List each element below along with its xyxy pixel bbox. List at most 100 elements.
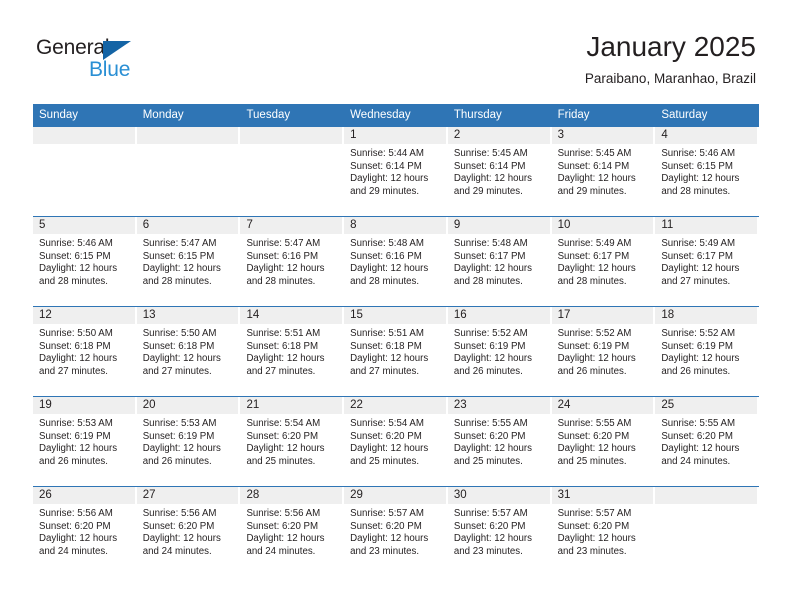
day-details: Sunrise: 5:44 AM Sunset: 6:14 PM Dayligh…: [344, 144, 448, 198]
week-row: 19 Sunrise: 5:53 AM Sunset: 6:19 PM Dayl…: [33, 396, 759, 486]
sunrise-text: Sunrise: 5:44 AM: [350, 148, 424, 159]
day-cell[interactable]: 22 Sunrise: 5:54 AM Sunset: 6:20 PM Dayl…: [344, 397, 448, 486]
day-number: 21: [240, 397, 343, 414]
sunset-text: Sunset: 6:15 PM: [661, 160, 733, 172]
day-details: Sunrise: 5:47 AM Sunset: 6:15 PM Dayligh…: [137, 234, 241, 288]
day-cell[interactable]: 28 Sunrise: 5:56 AM Sunset: 6:20 PM Dayl…: [240, 487, 344, 576]
day-details: Sunrise: 5:50 AM Sunset: 6:18 PM Dayligh…: [137, 324, 241, 378]
sunset-text: Sunset: 6:20 PM: [39, 520, 111, 532]
day-cell[interactable]: 6 Sunrise: 5:47 AM Sunset: 6:15 PM Dayli…: [136, 217, 241, 306]
day-details: Sunrise: 5:52 AM Sunset: 6:19 PM Dayligh…: [448, 324, 552, 378]
day-details: Sunrise: 5:51 AM Sunset: 6:18 PM Dayligh…: [240, 324, 344, 378]
day-cell[interactable]: 19 Sunrise: 5:53 AM Sunset: 6:19 PM Dayl…: [33, 397, 137, 486]
logo-text-general: General: [36, 36, 110, 59]
day-cell[interactable]: 12 Sunrise: 5:50 AM Sunset: 6:18 PM Dayl…: [33, 307, 137, 396]
title-block: January 2025 Paraibano, Maranhao, Brazil: [585, 30, 756, 89]
sunrise-text: Sunrise: 5:51 AM: [350, 328, 424, 339]
daylight-text-line1: Daylight: 12 hours: [453, 443, 532, 455]
day-cell[interactable]: 1 Sunrise: 5:44 AM Sunset: 6:14 PM Dayli…: [344, 127, 448, 216]
day-cell[interactable]: 5 Sunrise: 5:46 AM Sunset: 6:15 PM Dayli…: [33, 217, 137, 306]
daylight-text-line1: Daylight: 12 hours: [39, 443, 118, 455]
day-cell[interactable]: 8 Sunrise: 5:48 AM Sunset: 6:16 PM Dayli…: [344, 217, 448, 306]
day-cell[interactable]: 24 Sunrise: 5:55 AM Sunset: 6:20 PM Dayl…: [551, 397, 656, 486]
sunset-text: Sunset: 6:18 PM: [39, 340, 111, 352]
daylight-text-line2: and 25 minutes.: [557, 455, 627, 467]
day-cell[interactable]: 3 Sunrise: 5:45 AM Sunset: 6:14 PM Dayli…: [551, 127, 656, 216]
sunrise-text: Sunrise: 5:48 AM: [350, 238, 424, 249]
daylight-text-line2: and 27 minutes.: [350, 365, 420, 377]
sunset-text: Sunset: 6:19 PM: [142, 430, 215, 442]
logo-text-blue: Blue: [89, 58, 131, 81]
day-cell[interactable]: 25 Sunrise: 5:55 AM Sunset: 6:20 PM Dayl…: [655, 397, 759, 486]
day-cell[interactable]: 16 Sunrise: 5:52 AM Sunset: 6:19 PM Dayl…: [447, 307, 552, 396]
sunrise-text: Sunrise: 5:55 AM: [453, 418, 528, 429]
day-cell[interactable]: 23 Sunrise: 5:55 AM Sunset: 6:20 PM Dayl…: [447, 397, 552, 486]
day-cell[interactable]: 18 Sunrise: 5:52 AM Sunset: 6:19 PM Dayl…: [655, 307, 759, 396]
sunset-text: Sunset: 6:20 PM: [453, 520, 526, 532]
daylight-text-line1: Daylight: 12 hours: [350, 173, 429, 185]
sunrise-text: Sunrise: 5:56 AM: [142, 508, 217, 519]
daylight-text-line2: and 28 minutes.: [142, 275, 212, 287]
day-cell[interactable]: 2 Sunrise: 5:45 AM Sunset: 6:14 PM Dayli…: [447, 127, 552, 216]
day-cell[interactable]: 27 Sunrise: 5:56 AM Sunset: 6:20 PM Dayl…: [136, 487, 241, 576]
day-cell[interactable]: [240, 127, 344, 216]
sunset-text: Sunset: 6:15 PM: [39, 250, 111, 262]
sunrise-text: Sunrise: 5:54 AM: [350, 418, 424, 429]
day-number: 22: [344, 397, 446, 414]
sunrise-text: Sunrise: 5:52 AM: [661, 328, 736, 339]
day-number: [240, 127, 343, 144]
weekday-header-monday: Monday: [142, 109, 184, 121]
day-cell[interactable]: 26 Sunrise: 5:56 AM Sunset: 6:20 PM Dayl…: [33, 487, 137, 576]
day-cell[interactable]: 21 Sunrise: 5:54 AM Sunset: 6:20 PM Dayl…: [240, 397, 344, 486]
daylight-text-line2: and 28 minutes.: [557, 275, 627, 287]
week-row: 1 Sunrise: 5:44 AM Sunset: 6:14 PM Dayli…: [33, 126, 759, 216]
weekday-header-tuesday: Tuesday: [246, 109, 291, 121]
day-details: Sunrise: 5:50 AM Sunset: 6:18 PM Dayligh…: [33, 324, 137, 378]
week-row: 26 Sunrise: 5:56 AM Sunset: 6:20 PM Dayl…: [33, 486, 759, 576]
daylight-text-line1: Daylight: 12 hours: [142, 533, 221, 545]
day-cell[interactable]: 14 Sunrise: 5:51 AM Sunset: 6:18 PM Dayl…: [240, 307, 344, 396]
sunset-text: Sunset: 6:18 PM: [246, 340, 319, 352]
day-cell[interactable]: 13 Sunrise: 5:50 AM Sunset: 6:18 PM Dayl…: [136, 307, 241, 396]
day-cell[interactable]: 29 Sunrise: 5:57 AM Sunset: 6:20 PM Dayl…: [344, 487, 448, 576]
day-cell[interactable]: 9 Sunrise: 5:48 AM Sunset: 6:17 PM Dayli…: [447, 217, 552, 306]
day-cell[interactable]: 7 Sunrise: 5:47 AM Sunset: 6:16 PM Dayli…: [240, 217, 344, 306]
day-cell[interactable]: 15 Sunrise: 5:51 AM Sunset: 6:18 PM Dayl…: [344, 307, 448, 396]
day-cell[interactable]: 10 Sunrise: 5:49 AM Sunset: 6:17 PM Dayl…: [551, 217, 656, 306]
sunrise-text: Sunrise: 5:57 AM: [350, 508, 424, 519]
day-number: 16: [447, 307, 550, 324]
sunrise-text: Sunrise: 5:54 AM: [246, 418, 321, 429]
sunset-text: Sunset: 6:20 PM: [350, 430, 422, 442]
day-cell[interactable]: 17 Sunrise: 5:52 AM Sunset: 6:19 PM Dayl…: [551, 307, 656, 396]
day-cell[interactable]: [136, 127, 241, 216]
daylight-text-line1: Daylight: 12 hours: [453, 263, 532, 275]
daylight-text-line1: Daylight: 12 hours: [350, 533, 429, 545]
day-cell[interactable]: [655, 487, 759, 576]
sunset-text: Sunset: 6:20 PM: [142, 520, 215, 532]
sunset-text: Sunset: 6:20 PM: [453, 430, 526, 442]
daylight-text-line2: and 28 minutes.: [350, 275, 420, 287]
day-cell[interactable]: 4 Sunrise: 5:46 AM Sunset: 6:15 PM Dayli…: [655, 127, 759, 216]
general-blue-logo[interactable]: General Blue: [36, 36, 166, 86]
day-number: 1: [344, 127, 446, 144]
daylight-text-line2: and 25 minutes.: [350, 455, 420, 467]
day-number: 17: [551, 307, 654, 324]
sunrise-text: Sunrise: 5:50 AM: [142, 328, 217, 339]
page-title: January 2025: [586, 31, 756, 62]
daylight-text-line2: and 23 minutes.: [453, 545, 523, 557]
sunrise-text: Sunrise: 5:53 AM: [142, 418, 217, 429]
sunrise-text: Sunrise: 5:55 AM: [661, 418, 736, 429]
day-cell[interactable]: 30 Sunrise: 5:57 AM Sunset: 6:20 PM Dayl…: [447, 487, 552, 576]
day-cell[interactable]: 11 Sunrise: 5:49 AM Sunset: 6:17 PM Dayl…: [655, 217, 759, 306]
day-cell[interactable]: 31 Sunrise: 5:57 AM Sunset: 6:20 PM Dayl…: [551, 487, 656, 576]
day-details: Sunrise: 5:48 AM Sunset: 6:17 PM Dayligh…: [448, 234, 552, 288]
sunrise-text: Sunrise: 5:46 AM: [661, 148, 736, 159]
day-number: 8: [344, 217, 446, 234]
day-cell[interactable]: 20 Sunrise: 5:53 AM Sunset: 6:19 PM Dayl…: [136, 397, 241, 486]
daylight-text-line1: Daylight: 12 hours: [39, 353, 118, 365]
daylight-text-line1: Daylight: 12 hours: [453, 353, 532, 365]
sunrise-text: Sunrise: 5:57 AM: [557, 508, 632, 519]
sunrise-text: Sunrise: 5:49 AM: [661, 238, 736, 249]
day-number: 31: [551, 487, 654, 504]
day-cell[interactable]: [33, 127, 137, 216]
